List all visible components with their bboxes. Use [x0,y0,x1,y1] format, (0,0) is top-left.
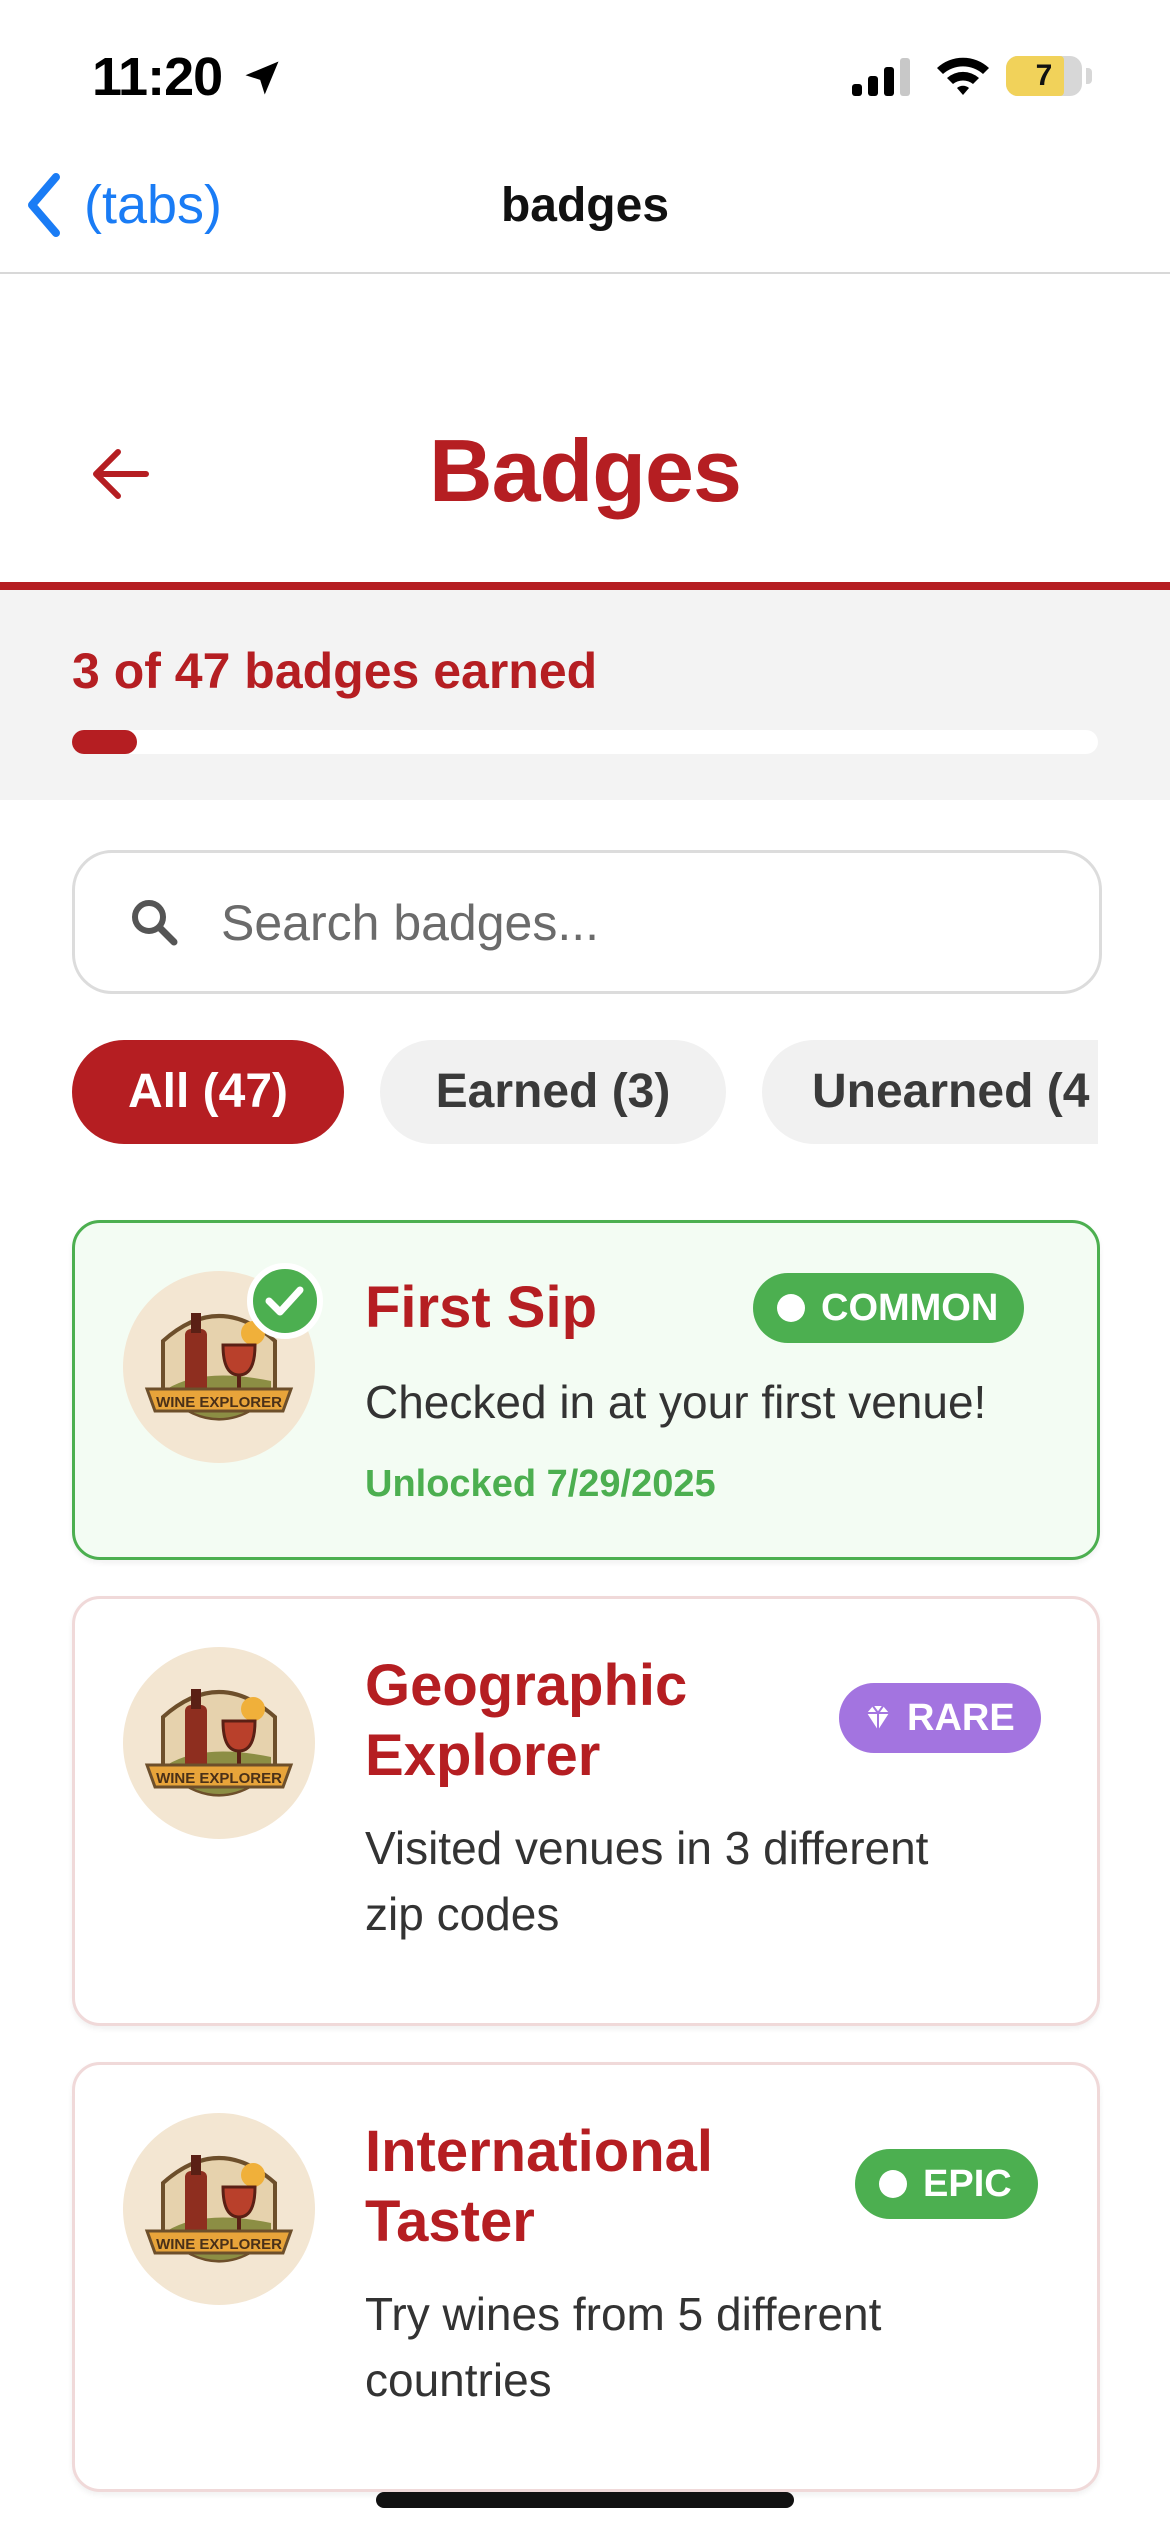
battery-icon: 7 [1006,56,1082,96]
battery-nub [1086,68,1092,84]
status-bar: 11:20 7 [0,0,1170,150]
earned-checkmark-icon [247,1263,323,1339]
badge-unlocked-date: Unlocked 7/29/2025 [365,1463,716,1505]
search-icon [132,900,178,946]
badge-title-line: Taster [365,2189,535,2254]
badge-description-line: zip codes [365,1888,560,1940]
dot-icon [879,2170,907,2198]
wine-explorer-badge-image: WINE EXPLORER [123,1647,315,1839]
badge-description: Visited venues in 3 different zip codes [365,1815,928,1947]
rarity-label: RARE [907,1697,1015,1739]
nav-title: badges [500,179,670,232]
header-divider [0,582,1170,590]
badge-card[interactable]: WINE EXPLORER Geographic Explorer RARE V… [72,1596,1100,2026]
gem-icon [867,1705,889,1730]
filter-tabs: All (47) Earned (3) Unearned (4 [72,1040,1098,1144]
badge-title-line: Geographic [365,1653,688,1718]
badge-title: First Sip [365,1275,598,1340]
badge-card[interactable]: WINE EXPLORER International Taster EPIC … [72,2062,1100,2492]
progress-panel: 3 of 47 badges earned [0,590,1170,800]
badge-title: International Taster [365,2117,713,2257]
badge-description-line: Visited venues in 3 different [365,1822,929,1874]
cellular-signal-icon [852,58,910,96]
tab-all[interactable]: All (47) [72,1040,344,1144]
badge-emblem-text: WINE EXPLORER [156,2236,282,2253]
status-time: 11:20 [92,47,223,107]
navigation-bar: (tabs) badges [0,150,1170,274]
badge-description-line: countries [365,2354,552,2406]
badge-card[interactable]: WINE EXPLORER First Sip COMMON Checked i… [72,1220,1100,1560]
badge-emblem-text: WINE EXPLORER [156,1770,282,1787]
rarity-badge: RARE [839,1683,1041,1753]
tab-unearned[interactable]: Unearned (4 [762,1040,1098,1144]
badge-emblem-text: WINE EXPLORER [156,1394,282,1411]
home-indicator[interactable] [376,2492,794,2508]
badge-title: Geographic Explorer [365,1651,687,1791]
wine-explorer-badge-image: WINE EXPLORER [123,2113,315,2305]
search-input[interactable] [219,853,1063,993]
badge-title-line: International [365,2119,714,2184]
progress-text: 3 of 47 badges earned [72,643,598,699]
dot-icon [777,1294,805,1322]
tab-earned[interactable]: Earned (3) [380,1040,726,1144]
progress-fill [72,730,137,754]
rarity-badge: COMMON [753,1273,1025,1343]
wifi-icon [937,57,989,95]
badge-description-line: Try wines from 5 different [365,2288,882,2340]
rarity-label: COMMON [821,1287,999,1329]
progress-bar [72,730,1098,754]
rarity-badge: EPIC [855,2149,1038,2219]
location-arrow-icon [245,61,279,95]
badge-title-line: Explorer [365,1723,601,1788]
search-box[interactable] [72,850,1102,994]
badge-description: Try wines from 5 different countries [365,2281,881,2413]
page-title: Badges [429,421,742,520]
battery-level: 7 [1035,59,1053,92]
page-header: Badges [0,274,1170,584]
rarity-label: EPIC [923,2163,1012,2205]
badge-description: Checked in at your first venue! [365,1376,987,1428]
